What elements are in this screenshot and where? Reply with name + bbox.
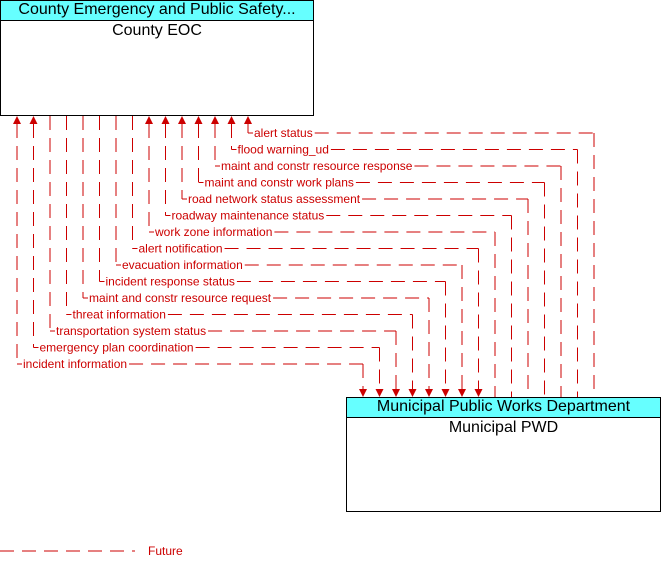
arrowhead-to-municipal-icon bbox=[392, 389, 400, 397]
arrowhead-to-county-icon bbox=[227, 116, 236, 124]
arrowhead-to-municipal-icon bbox=[408, 389, 417, 397]
arrowhead-to-municipal-icon bbox=[375, 389, 384, 397]
arrowhead-to-municipal-icon bbox=[474, 389, 483, 397]
arrowhead-to-county-icon bbox=[161, 116, 170, 124]
flow-label: evacuation information bbox=[122, 258, 243, 272]
flow-label: emergency plan coordination bbox=[40, 341, 194, 355]
arrowhead-to-municipal-icon bbox=[359, 389, 367, 397]
flow-label: threat information bbox=[73, 308, 166, 322]
county-eoc-node[interactable]: County Emergency and Public Safety... Co… bbox=[0, 0, 314, 116]
arrowhead-to-county-icon bbox=[211, 116, 219, 124]
legend-future-label: Future bbox=[148, 544, 183, 558]
flow-label: work zone information bbox=[154, 225, 272, 239]
arrowhead-to-municipal-icon bbox=[458, 389, 466, 397]
flow-label: transportation system status bbox=[56, 324, 206, 338]
flow-label: maint and constr resource request bbox=[89, 291, 272, 305]
arrowhead-to-county-icon bbox=[194, 116, 203, 124]
flow-label: maint and constr resource response bbox=[221, 159, 413, 173]
arrowhead-to-county-icon bbox=[178, 116, 186, 124]
flow-label: incident information bbox=[23, 357, 127, 371]
arrowhead-to-municipal-icon bbox=[441, 389, 450, 397]
arrowhead-to-county-icon bbox=[145, 116, 153, 124]
municipal-pwd-name: Municipal PWD bbox=[448, 419, 559, 436]
flow-label: roadway maintenance status bbox=[172, 209, 325, 223]
flow-label: incident response status bbox=[106, 275, 235, 289]
arrowhead-to-county-icon bbox=[13, 116, 21, 124]
flow-label: alert notification bbox=[139, 242, 223, 256]
flow-label: maint and constr work plans bbox=[205, 176, 354, 190]
arrowhead-to-county-icon bbox=[244, 116, 252, 124]
county-eoc-header: County Emergency and Public Safety... bbox=[1, 1, 313, 21]
arrowhead-to-municipal-icon bbox=[425, 389, 433, 397]
municipal-pwd-node[interactable]: Municipal Public Works Department Munici… bbox=[346, 397, 661, 512]
flow-label: road network status assessment bbox=[188, 192, 361, 206]
county-eoc-name: County EOC bbox=[112, 22, 202, 39]
municipal-pwd-header: Municipal Public Works Department bbox=[347, 398, 660, 418]
arrowhead-to-county-icon bbox=[29, 116, 38, 124]
flow-label: flood warning_ud bbox=[238, 143, 329, 157]
flow-label: alert status bbox=[254, 126, 313, 140]
